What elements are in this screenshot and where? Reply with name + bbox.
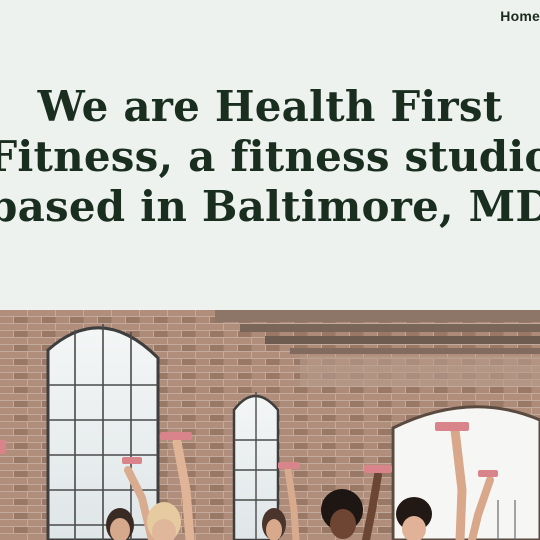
hero-heading-line-2: Fitness, a fitness studio xyxy=(0,132,540,181)
hero-heading-line-1: We are Health First xyxy=(37,82,503,131)
hero-heading: We are Health First Fitness, a fitness s… xyxy=(0,82,540,232)
fitness-class-image xyxy=(0,310,540,540)
hero-section: We are Health First Fitness, a fitness s… xyxy=(0,0,540,310)
nav-link-home[interactable]: Home xyxy=(500,8,540,28)
top-navigation: Home xyxy=(500,8,540,28)
fitness-class-photo xyxy=(0,310,540,540)
hero-heading-line-3: based in Baltimore, MD xyxy=(0,182,540,231)
